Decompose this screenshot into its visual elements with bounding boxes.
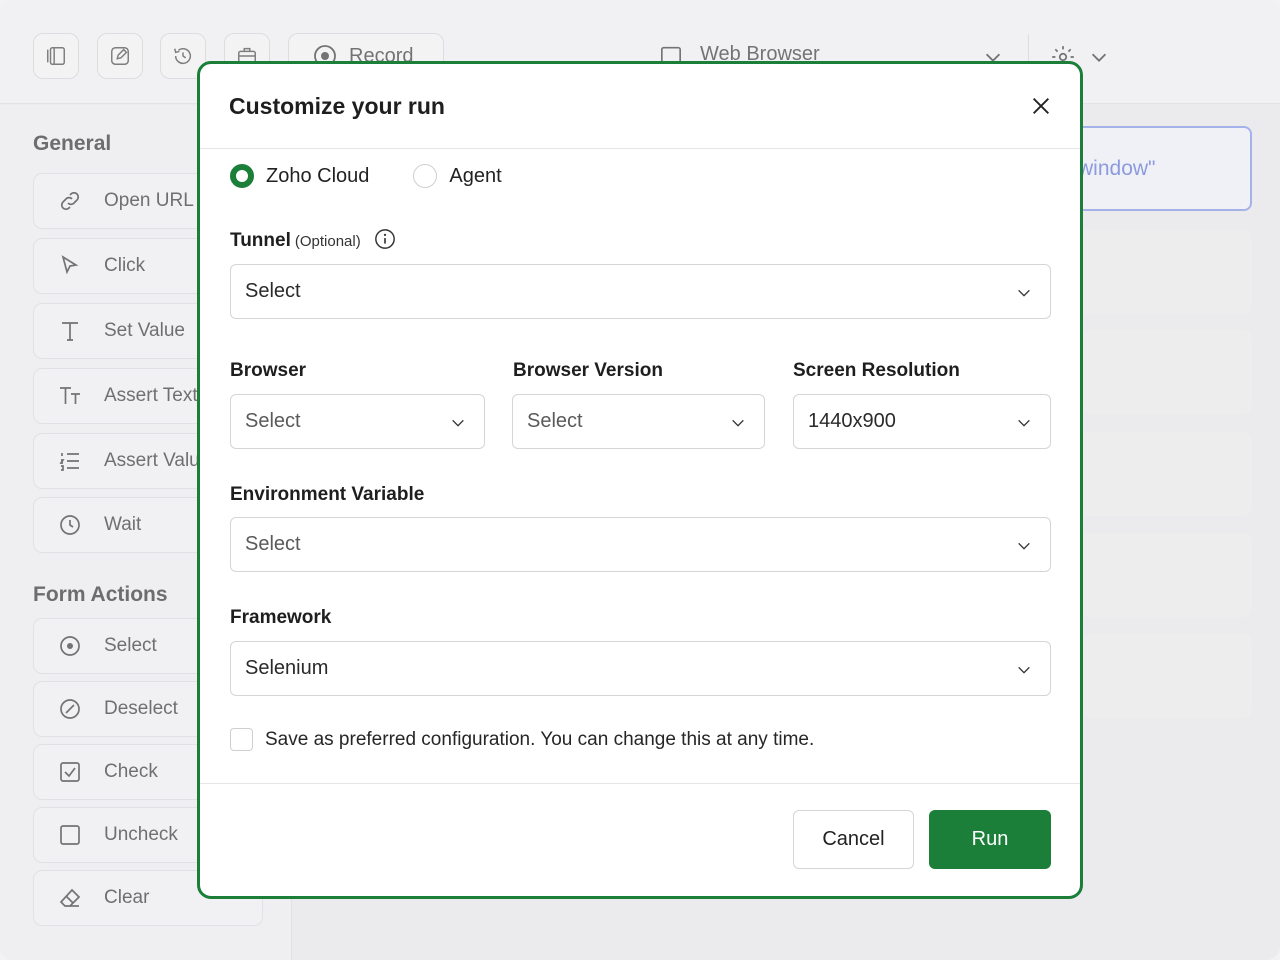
radio-label: Zoho Cloud [266, 164, 370, 187]
chevron-down-icon [1018, 542, 1030, 550]
info-icon[interactable] [374, 228, 396, 250]
framework-label: Framework [230, 607, 332, 628]
chevron-down-icon [452, 419, 464, 427]
browser-select-value: Select [245, 410, 301, 432]
save-preference-label: Save as preferred configuration. You can… [265, 728, 815, 750]
browser-label: Browser [230, 360, 307, 381]
framework-select-value: Selenium [245, 657, 329, 679]
customize-run-dialog: Customize your run Zoho Cloud Agent Tunn… [197, 61, 1083, 899]
cancel-button[interactable]: Cancel [793, 810, 914, 869]
browser-select[interactable]: Select [230, 394, 485, 449]
tunnel-label-text: Tunnel [230, 230, 291, 251]
optional-tag: (Optional) [294, 233, 361, 250]
chevron-down-icon [1018, 419, 1030, 427]
browser-version-label: Browser Version [513, 360, 663, 381]
radio-unselected-indicator[interactable] [413, 164, 438, 188]
browser-version-select-value: Select [527, 410, 583, 432]
screen-resolution-label: Screen Resolution [793, 360, 960, 381]
run-button[interactable]: Run [929, 810, 1051, 869]
framework-select[interactable]: Selenium [230, 641, 1051, 696]
save-preference-checkbox[interactable] [230, 728, 253, 751]
screen-resolution-select-value: 1440x900 [808, 410, 896, 432]
environment-variable-label: Environment Variable [230, 484, 425, 505]
tunnel-label: Tunnel (Optional) [230, 228, 396, 252]
browser-version-select[interactable]: Select [512, 394, 765, 449]
environment-variable-select[interactable]: Select [230, 517, 1051, 572]
radio-agent[interactable]: Agent [413, 164, 502, 188]
environment-variable-select-value: Select [245, 533, 301, 555]
dialog-title: Customize your run [229, 93, 445, 119]
radio-label: Agent [449, 164, 502, 187]
chevron-down-icon [1018, 666, 1030, 674]
screen-resolution-select[interactable]: 1440x900 [793, 394, 1051, 449]
close-icon [1033, 98, 1049, 114]
run-location-radio-group: Zoho Cloud Agent [230, 164, 546, 188]
dialog-header: Customize your run [200, 64, 1080, 149]
save-preference-row: Save as preferred configuration. You can… [230, 728, 814, 751]
close-button[interactable] [1029, 94, 1053, 118]
tunnel-select[interactable]: Select [230, 264, 1051, 319]
chevron-down-icon [732, 419, 744, 427]
chevron-down-icon [1018, 289, 1030, 297]
tunnel-select-value: Select [245, 280, 301, 302]
radio-selected-indicator[interactable] [230, 164, 254, 188]
radio-zoho-cloud[interactable]: Zoho Cloud [230, 164, 369, 188]
